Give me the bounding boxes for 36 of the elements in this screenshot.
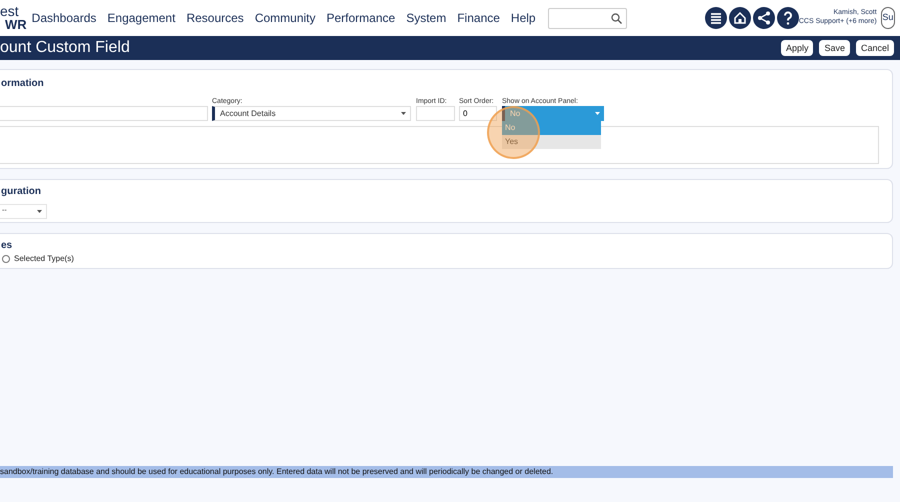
nav-link[interactable]: Resources xyxy=(186,9,244,27)
nav-link[interactable]: Dashboards xyxy=(32,9,96,27)
nav-link[interactable]: Performance xyxy=(326,9,396,27)
logo-text: est xyxy=(0,4,20,18)
category-select[interactable]: Account Details xyxy=(212,106,411,121)
toolbar-button[interactable]: Save xyxy=(819,40,850,56)
avatar[interactable]: Su xyxy=(880,7,895,29)
panel-heading: es xyxy=(1,239,12,253)
nav-link[interactable]: System xyxy=(406,9,446,27)
sandbox-notice: sandbox/training database and should be used for educational purposes only. Entered data will not be preserved and will periodically be changed or deleted. xyxy=(0,466,893,478)
panel-heading: ormation xyxy=(1,77,44,91)
panel-heading: guration xyxy=(1,185,41,199)
caret-icon xyxy=(595,112,600,115)
caret-icon xyxy=(401,112,406,115)
nav-link[interactable]: Help xyxy=(510,9,536,27)
caret-icon xyxy=(37,210,42,213)
sort-order-field[interactable]: 0 xyxy=(459,106,497,121)
page-title: ount Custom Field xyxy=(0,38,130,58)
list-icon[interactable] xyxy=(704,7,727,29)
name-field[interactable] xyxy=(0,106,208,121)
click-highlight xyxy=(487,106,540,159)
search-icon xyxy=(610,12,622,24)
description-field[interactable] xyxy=(0,126,879,164)
nav-link[interactable]: Finance xyxy=(457,9,500,27)
share-icon[interactable] xyxy=(752,7,775,29)
toolbar-button[interactable]: Apply xyxy=(780,40,814,56)
radio-button[interactable] xyxy=(2,255,10,263)
search-field[interactable] xyxy=(548,8,627,28)
help-icon[interactable] xyxy=(776,7,799,29)
nav-link[interactable]: Engagement xyxy=(107,9,176,27)
logo-text: WR xyxy=(4,18,27,30)
radio-option[interactable]: Selected Type(s) xyxy=(2,253,74,265)
nav-link[interactable]: Community xyxy=(254,9,316,27)
import-id-field[interactable] xyxy=(416,106,455,121)
home-icon[interactable] xyxy=(728,7,751,29)
toolbar-button[interactable]: Cancel xyxy=(856,40,894,56)
